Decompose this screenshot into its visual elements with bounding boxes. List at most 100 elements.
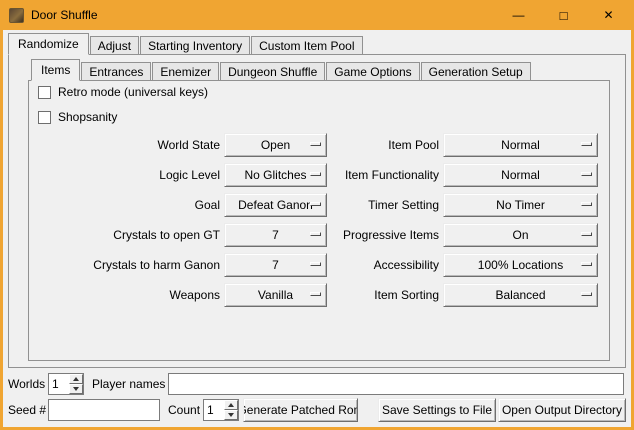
dropdown-indicator-icon	[581, 142, 592, 146]
options-grid: World State Open Item Pool Normal Logic …	[29, 133, 598, 307]
worlds-down-button[interactable]	[69, 384, 83, 394]
items-tab-panel: Retro mode (universal keys) Shopsanity W…	[28, 80, 610, 361]
maximize-icon: □	[560, 8, 568, 23]
goal-value: Defeat Ganon	[238, 198, 313, 212]
dropdown-indicator-icon	[581, 202, 592, 206]
dropdown-indicator-icon	[310, 262, 321, 266]
retro-mode-checkbox[interactable]: Retro mode (universal keys)	[38, 85, 208, 99]
dropdown-indicator-icon	[581, 262, 592, 266]
tab-custom-item-pool[interactable]: Custom Item Pool	[251, 36, 362, 55]
goal-label: Goal	[29, 198, 220, 212]
item-functionality-label: Item Functionality	[331, 168, 439, 182]
worlds-label: Worlds	[8, 377, 45, 391]
count-input[interactable]	[204, 400, 224, 420]
open-output-directory-button[interactable]: Open Output Directory	[498, 398, 626, 422]
worlds-row: Worlds Player names	[3, 372, 631, 396]
dropdown-indicator-icon	[581, 292, 592, 296]
timer-setting-value: No Timer	[496, 198, 545, 212]
logic-level-value: No Glitches	[244, 168, 306, 182]
shopsanity-label: Shopsanity	[58, 110, 117, 124]
dropdown-indicator-icon	[581, 232, 592, 236]
titlebar: Door Shuffle — □ ✕	[3, 0, 631, 30]
player-names-input[interactable]	[168, 373, 624, 395]
progressive-items-value: On	[512, 228, 528, 242]
progressive-items-dropdown[interactable]: On	[443, 223, 598, 247]
accessibility-dropdown[interactable]: 100% Locations	[443, 253, 598, 277]
logic-level-dropdown[interactable]: No Glitches	[224, 163, 327, 187]
window-controls: — □ ✕	[496, 0, 631, 30]
close-button[interactable]: ✕	[586, 0, 631, 30]
window-title: Door Shuffle	[31, 8, 98, 22]
worlds-up-button[interactable]	[69, 374, 83, 384]
dropdown-indicator-icon	[310, 142, 321, 146]
world-state-label: World State	[29, 138, 220, 152]
maximize-button[interactable]: □	[541, 0, 586, 30]
weapons-dropdown[interactable]: Vanilla	[224, 283, 327, 307]
seed-row: Seed # Count Generate Patched Rom Save S…	[3, 398, 631, 422]
dropdown-indicator-icon	[310, 202, 321, 206]
count-down-button[interactable]	[224, 410, 238, 420]
tab-adjust[interactable]: Adjust	[90, 36, 139, 55]
player-names-label: Player names	[92, 377, 165, 391]
item-pool-dropdown[interactable]: Normal	[443, 133, 598, 157]
app-icon	[9, 8, 24, 23]
tab-starting-inventory[interactable]: Starting Inventory	[140, 36, 250, 55]
timer-setting-dropdown[interactable]: No Timer	[443, 193, 598, 217]
down-arrow-icon	[228, 413, 234, 417]
crystals-ganon-label: Crystals to harm Ganon	[29, 258, 220, 272]
world-state-value: Open	[261, 138, 290, 152]
generate-patched-rom-button[interactable]: Generate Patched Rom	[243, 398, 358, 422]
goal-dropdown[interactable]: Defeat Ganon	[224, 193, 327, 217]
weapons-label: Weapons	[29, 288, 220, 302]
count-label: Count	[168, 403, 200, 417]
item-sorting-dropdown[interactable]: Balanced	[443, 283, 598, 307]
seed-input[interactable]	[48, 399, 160, 421]
weapons-value: Vanilla	[258, 288, 293, 302]
crystals-gt-value: 7	[272, 228, 279, 242]
tab-entrances[interactable]: Entrances	[81, 62, 151, 81]
shopsanity-checkbox[interactable]: Shopsanity	[38, 110, 117, 124]
count-up-button[interactable]	[224, 400, 238, 410]
minimize-button[interactable]: —	[496, 0, 541, 30]
window: Door Shuffle — □ ✕ Randomize Adjust Star…	[0, 0, 634, 430]
timer-setting-label: Timer Setting	[331, 198, 439, 212]
up-arrow-icon	[73, 377, 79, 381]
worlds-spin-buttons	[69, 374, 83, 394]
worlds-spinbox[interactable]	[48, 373, 84, 395]
seed-label: Seed #	[8, 403, 46, 417]
worlds-input[interactable]	[49, 374, 69, 394]
tab-items[interactable]: Items	[31, 59, 80, 81]
tab-randomize[interactable]: Randomize	[8, 33, 89, 55]
item-sorting-label: Item Sorting	[331, 288, 439, 302]
save-settings-button[interactable]: Save Settings to File	[378, 398, 496, 422]
item-functionality-value: Normal	[501, 168, 540, 182]
logic-level-label: Logic Level	[29, 168, 220, 182]
minimize-icon: —	[513, 8, 525, 22]
dropdown-indicator-icon	[310, 172, 321, 176]
world-state-dropdown[interactable]: Open	[224, 133, 327, 157]
retro-mode-label: Retro mode (universal keys)	[58, 85, 208, 99]
close-icon: ✕	[603, 8, 613, 22]
crystals-ganon-dropdown[interactable]: 7	[224, 253, 327, 277]
tab-generation-setup[interactable]: Generation Setup	[421, 62, 531, 81]
item-pool-value: Normal	[501, 138, 540, 152]
checkbox-icon	[38, 86, 51, 99]
sub-tab-bar: Items Entrances Enemizer Dungeon Shuffle…	[31, 59, 532, 81]
crystals-ganon-value: 7	[272, 258, 279, 272]
dropdown-indicator-icon	[310, 292, 321, 296]
tab-dungeon-shuffle[interactable]: Dungeon Shuffle	[220, 62, 325, 81]
tab-enemizer[interactable]: Enemizer	[152, 62, 219, 81]
randomize-tab-panel: Items Entrances Enemizer Dungeon Shuffle…	[8, 54, 626, 368]
item-sorting-value: Balanced	[495, 288, 545, 302]
main-tab-bar: Randomize Adjust Starting Inventory Cust…	[8, 33, 364, 55]
window-content: Randomize Adjust Starting Inventory Cust…	[3, 30, 631, 427]
tab-game-options[interactable]: Game Options	[326, 62, 419, 81]
count-spinbox[interactable]	[203, 399, 239, 421]
item-functionality-dropdown[interactable]: Normal	[443, 163, 598, 187]
count-spin-buttons	[224, 400, 238, 420]
crystals-gt-dropdown[interactable]: 7	[224, 223, 327, 247]
accessibility-value: 100% Locations	[478, 258, 563, 272]
checkbox-icon	[38, 111, 51, 124]
progressive-items-label: Progressive Items	[331, 228, 439, 242]
dropdown-indicator-icon	[310, 232, 321, 236]
